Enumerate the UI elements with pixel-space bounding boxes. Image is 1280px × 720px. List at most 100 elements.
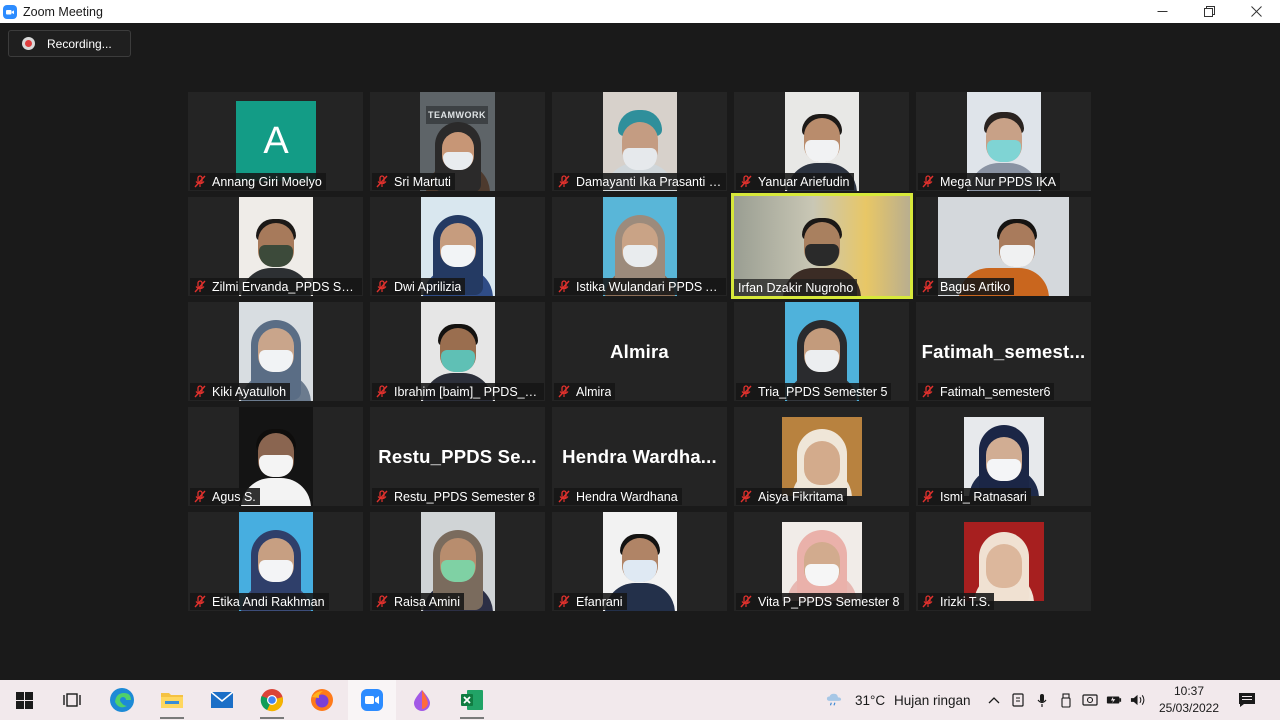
participant-tile[interactable]: Fatimah_semest... Fatimah_semester6 — [916, 302, 1091, 401]
participant-tile[interactable]: Istika Wulandari PPDS An... — [552, 197, 727, 296]
participant-name: Zilmi Ervanda_PPDS Sem... — [212, 279, 358, 294]
participant-name: Irfan Dzakir Nugroho — [738, 280, 854, 295]
tablet-sync-icon[interactable] — [1010, 692, 1026, 708]
muted-mic-icon — [558, 280, 570, 293]
muted-mic-icon — [376, 280, 388, 293]
participant-tile[interactable]: Raisa Amini — [370, 512, 545, 611]
taskbar-excel[interactable] — [448, 680, 496, 720]
taskbar-edge[interactable] — [98, 680, 146, 720]
participant-video — [782, 522, 862, 601]
usb-device-icon[interactable] — [1058, 692, 1074, 708]
taskbar-firefox[interactable] — [298, 680, 346, 720]
participant-figure — [964, 522, 1044, 601]
participant-tile[interactable]: Ismi_ Ratnasari — [916, 407, 1091, 506]
participant-tile[interactable]: Vita P_PPDS Semester 8 — [734, 512, 909, 611]
participant-name-bar: Aisya Fikritama — [736, 488, 848, 505]
participant-name: Etika Andi Rakhman — [212, 594, 325, 609]
participant-tile[interactable]: Hendra Wardha... Hendra Wardhana — [552, 407, 727, 506]
participant-tile[interactable]: Aisya Fikritama — [734, 407, 909, 506]
muted-mic-icon — [922, 385, 934, 398]
participant-name-bar: Raisa Amini — [372, 593, 464, 610]
participant-tile[interactable]: Ibrahim [baim]_ PPDS_Se... — [370, 302, 545, 401]
edge-icon — [110, 688, 134, 712]
participant-tile[interactable]: Tria_PPDS Semester 5 — [734, 302, 909, 401]
participant-tile[interactable]: Agus S. — [188, 407, 363, 506]
zoom-app-icon — [3, 4, 17, 19]
participant-tile[interactable]: Mega Nur PPDS IKA — [916, 92, 1091, 191]
participant-tile[interactable]: Etika Andi Rakhman — [188, 512, 363, 611]
participant-name-bar: Ibrahim [baim]_ PPDS_Se... — [372, 383, 544, 400]
weather-condition[interactable]: Hujan ringan — [894, 693, 971, 708]
participant-name: Hendra Wardhana — [576, 489, 678, 504]
battery-charging-icon[interactable] — [1106, 692, 1122, 708]
taskbar-paint-3d[interactable] — [398, 680, 446, 720]
participant-name: Agus S. — [212, 489, 256, 504]
participant-tile[interactable]: Kiki Ayatulloh — [188, 302, 363, 401]
taskbar-chrome[interactable] — [248, 680, 296, 720]
participant-tile[interactable]: Bagus Artiko — [916, 197, 1091, 296]
participant-name-bar: Istika Wulandari PPDS An... — [554, 278, 726, 295]
participant-tile-active-speaker[interactable]: Irfan Dzakir Nugroho — [731, 193, 913, 299]
participant-name-bar: Kiki Ayatulloh — [190, 383, 291, 400]
participant-video — [782, 417, 862, 496]
participant-name-bar: Dwi Aprilizia — [372, 278, 466, 295]
participant-name-bar: Annang Giri Moelyo — [190, 173, 326, 190]
notifications-icon[interactable] — [1238, 692, 1256, 708]
volume-icon[interactable] — [1130, 692, 1146, 708]
taskbar-zoom[interactable] — [348, 680, 396, 720]
taskbar-clock[interactable]: 10:37 25/03/2022 — [1150, 683, 1228, 717]
excel-icon — [461, 690, 483, 710]
participant-tile[interactable]: Efanrani — [552, 512, 727, 611]
minimize-button[interactable] — [1139, 0, 1186, 23]
paint-drop-icon — [414, 690, 430, 711]
participant-video — [964, 417, 1044, 496]
participant-name-bar: Irfan Dzakir Nugroho — [734, 279, 858, 296]
participant-tile[interactable]: Yanuar Ariefudin — [734, 92, 909, 191]
start-button[interactable] — [0, 680, 48, 720]
muted-mic-icon — [922, 595, 934, 608]
participant-tile[interactable]: A Annang Giri Moelyo — [188, 92, 363, 191]
muted-mic-icon — [376, 385, 388, 398]
participant-tile[interactable]: Irizki T.S. — [916, 512, 1091, 611]
task-view-icon — [63, 693, 81, 707]
participant-name-bar: Hendra Wardhana — [554, 488, 682, 505]
participant-name: Istika Wulandari PPDS An... — [576, 279, 722, 294]
microphone-icon[interactable] — [1034, 692, 1050, 708]
participant-name-bar: Almira — [554, 383, 616, 400]
show-hidden-icons-chevron-up-icon[interactable] — [986, 692, 1002, 708]
participant-name: Kiki Ayatulloh — [212, 384, 287, 399]
taskbar-mail[interactable] — [198, 680, 246, 720]
participant-name-bar: Efanrani — [554, 593, 627, 610]
muted-mic-icon — [376, 595, 388, 608]
muted-mic-icon — [740, 175, 752, 188]
restore-button[interactable] — [1186, 0, 1233, 23]
zoom-icon — [361, 689, 383, 711]
participant-tile[interactable]: Zilmi Ervanda_PPDS Sem... — [188, 197, 363, 296]
screen-capture-icon[interactable] — [1082, 692, 1098, 708]
participant-tile[interactable]: TEAMWORK Sri Martuti — [370, 92, 545, 191]
participant-name-bar: Ismi_ Ratnasari — [918, 488, 1031, 505]
muted-mic-icon — [558, 595, 570, 608]
participant-tile[interactable]: Restu_PPDS Se... Restu_PPDS Semester 8 — [370, 407, 545, 506]
muted-mic-icon — [558, 175, 570, 188]
participant-tile[interactable]: Dwi Aprilizia — [370, 197, 545, 296]
muted-mic-icon — [922, 280, 934, 293]
muted-mic-icon — [376, 175, 388, 188]
participant-name: Dwi Aprilizia — [394, 279, 462, 294]
participant-name: Efanrani — [576, 594, 623, 609]
weather-rain-icon[interactable] — [826, 692, 842, 708]
minimize-icon — [1157, 11, 1168, 12]
taskbar-file-explorer[interactable] — [148, 680, 196, 720]
participant-name: Damayanti Ika Prasanti P... — [576, 174, 722, 189]
muted-mic-icon — [922, 175, 934, 188]
recording-indicator[interactable]: Recording... — [8, 30, 131, 57]
participant-tile[interactable]: Almira Almira — [552, 302, 727, 401]
weather-temperature[interactable]: 31°C — [855, 693, 885, 708]
participant-tile[interactable]: Damayanti Ika Prasanti P... — [552, 92, 727, 191]
task-view-button[interactable] — [48, 680, 96, 720]
participant-name: Sri Martuti — [394, 174, 451, 189]
close-button[interactable] — [1233, 0, 1280, 23]
meeting-gallery-view: Recording... A Annang Giri Moelyo TEAMWO… — [0, 23, 1280, 680]
participant-figure — [964, 417, 1044, 496]
muted-mic-icon — [922, 490, 934, 503]
